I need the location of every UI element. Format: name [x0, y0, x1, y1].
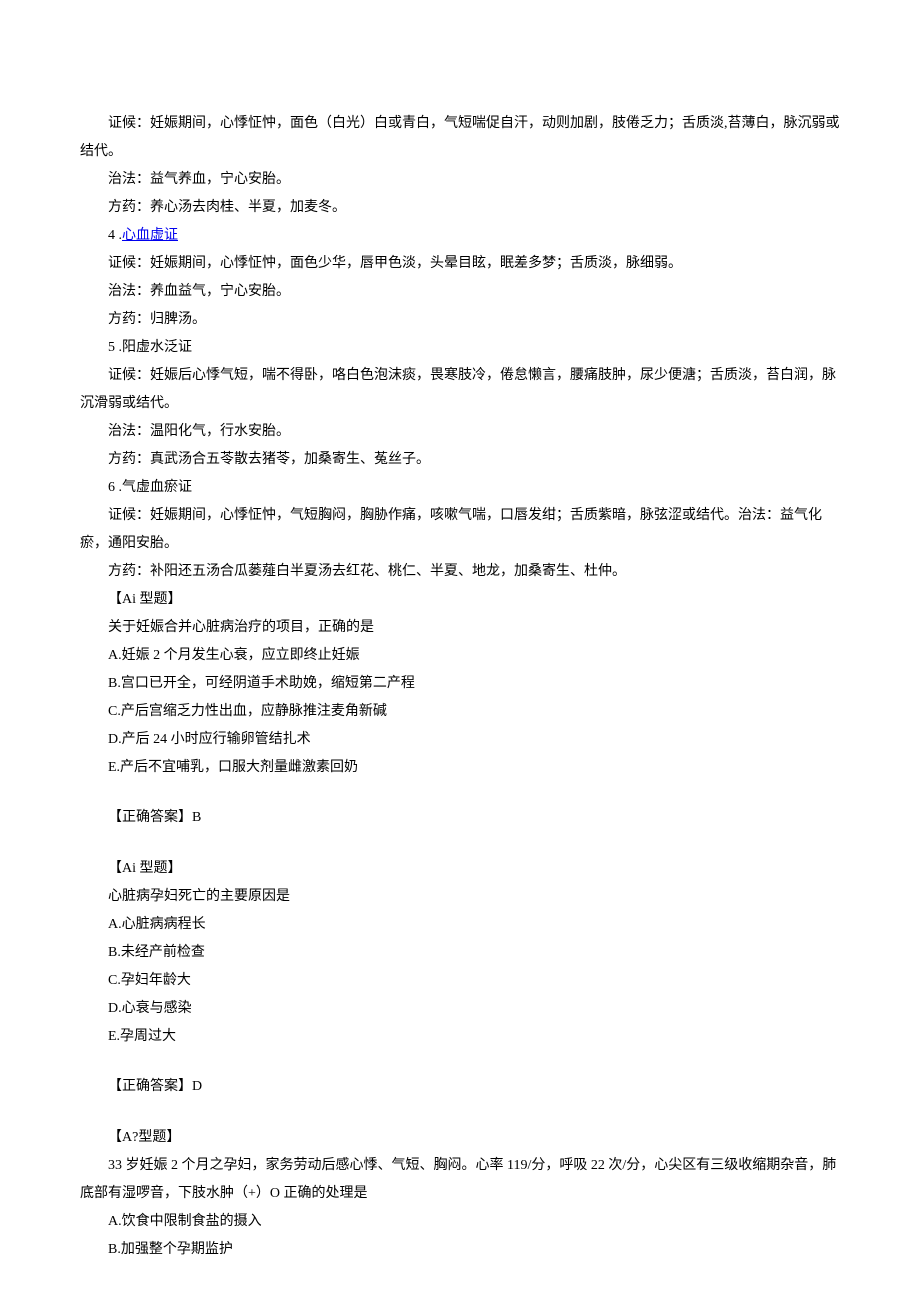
option-d: D.心衰与感染 [80, 995, 840, 1023]
question-stem: 关于妊娠合并心脏病治疗的项目，正确的是 [80, 614, 840, 642]
question-stem: 心脏病孕妇死亡的主要原因是 [80, 883, 840, 911]
paragraph: 治法：养血益气，宁心安胎。 [80, 278, 840, 306]
number-label: 4 . [108, 228, 122, 243]
correct-answer: 【正确答案】B [80, 804, 840, 832]
question-type-label: 【A?型题】 [80, 1124, 840, 1152]
question-type-label: 【Ai 型题】 [80, 586, 840, 614]
paragraph: 证候：妊娠后心悸气短，喘不得卧，咯白色泡沫痰，畏寒肢冷，倦怠懒言，腰痛肢肿，尿少… [80, 362, 840, 418]
link-xinxuexuzheng[interactable]: 心血虚证 [122, 228, 178, 243]
paragraph: 方药：归脾汤。 [80, 306, 840, 334]
option-a: A.饮食中限制食盐的摄入 [80, 1208, 840, 1236]
option-b: B.未经产前检查 [80, 939, 840, 967]
option-d: D.产后 24 小时应行输卵管结扎术 [80, 726, 840, 754]
option-a: A.妊娠 2 个月发生心衰，应立即终止妊娠 [80, 642, 840, 670]
paragraph: 证候：妊娠期间，心悸怔忡，面色少华，唇甲色淡，头晕目眩，眠差多梦；舌质淡，脉细弱… [80, 250, 840, 278]
question-stem: 33 岁妊娠 2 个月之孕妇，家务劳动后感心悸、气短、胸闷。心率 119/分，呼… [80, 1152, 840, 1208]
document-body: 证候：妊娠期间，心悸怔忡，面色（白光）白或青白，气短喘促自汗，动则加剧，肢倦乏力… [80, 110, 840, 1264]
option-e: E.产后不宜哺乳，口服大剂量雌激素回奶 [80, 754, 840, 782]
paragraph: 方药：真武汤合五苓散去猪苓，加桑寄生、菟丝子。 [80, 446, 840, 474]
paragraph: 证候：妊娠期间，心悸怔忡，气短胸闷，胸胁作痛，咳嗽气喘，口唇发绀；舌质紫暗，脉弦… [80, 502, 840, 558]
option-a: A.心脏病病程长 [80, 911, 840, 939]
section-heading-4: 4 .心血虚证 [80, 222, 840, 250]
question-type-label: 【Ai 型题】 [80, 855, 840, 883]
paragraph: 方药：养心汤去肉桂、半夏，加麦冬。 [80, 194, 840, 222]
option-b: B.加强整个孕期监护 [80, 1236, 840, 1264]
option-c: C.孕妇年龄大 [80, 967, 840, 995]
paragraph: 治法：益气养血，宁心安胎。 [80, 166, 840, 194]
option-c: C.产后宫缩乏力性出血，应静脉推注麦角新碱 [80, 698, 840, 726]
paragraph: 证候：妊娠期间，心悸怔忡，面色（白光）白或青白，气短喘促自汗，动则加剧，肢倦乏力… [80, 110, 840, 166]
option-e: E.孕周过大 [80, 1023, 840, 1051]
section-heading-5: 5 .阳虚水泛证 [80, 334, 840, 362]
option-b: B.宫口已开全，可经阴道手术助娩，缩短第二产程 [80, 670, 840, 698]
correct-answer: 【正确答案】D [80, 1073, 840, 1101]
paragraph: 治法：温阳化气，行水安胎。 [80, 418, 840, 446]
paragraph: 方药：补阳还五汤合瓜蒌薤白半夏汤去红花、桃仁、半夏、地龙，加桑寄生、杜仲。 [80, 558, 840, 586]
section-heading-6: 6 .气虚血瘀证 [80, 474, 840, 502]
